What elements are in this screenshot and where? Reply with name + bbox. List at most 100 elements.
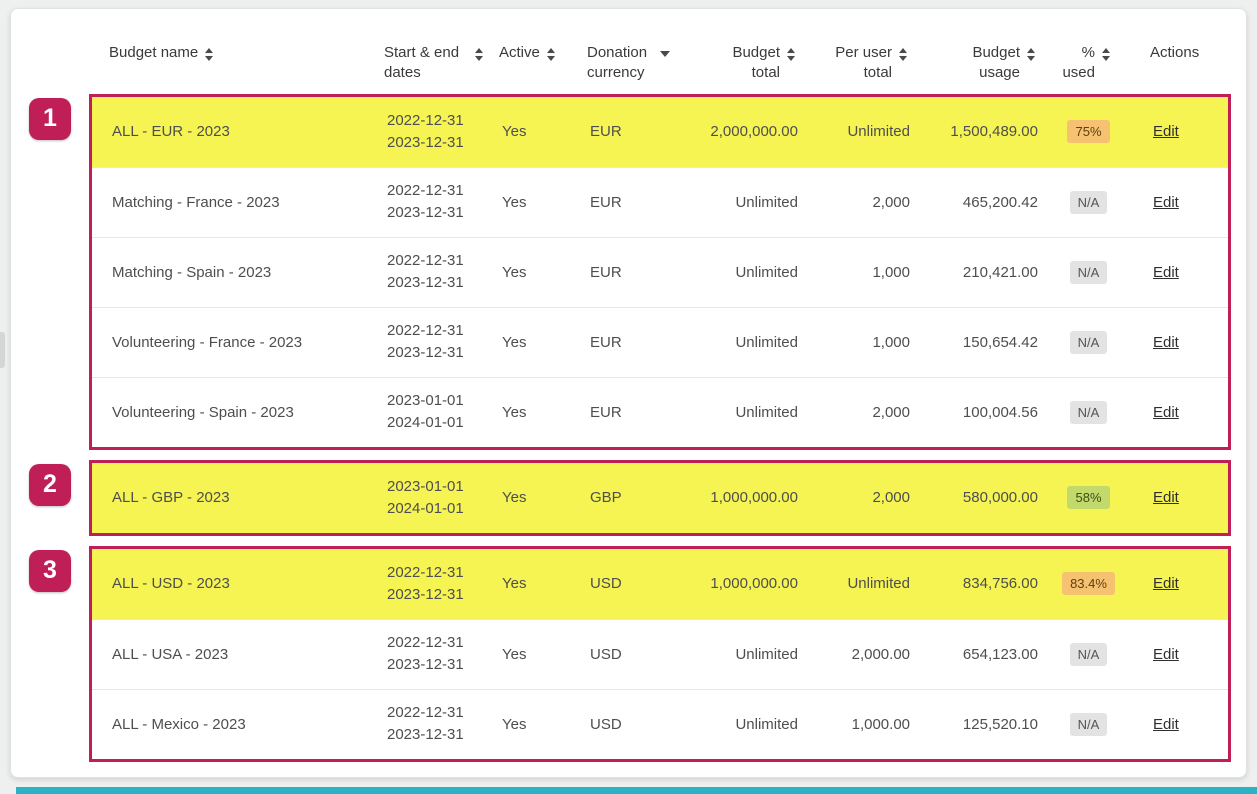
edit-link[interactable]: Edit (1153, 489, 1179, 506)
active-cell: Yes (502, 333, 527, 351)
end-date: 2024-01-01 (387, 414, 464, 431)
end-date: 2023-12-31 (387, 585, 464, 603)
edit-link[interactable]: Edit (1153, 646, 1179, 663)
dates-cell: 2022-12-31 2023-12-31 (387, 250, 502, 294)
sort-both-icon[interactable] (546, 43, 555, 61)
currency-cell: USD (590, 715, 622, 733)
column-header-per-user-total[interactable]: Per user total (801, 43, 913, 84)
edit-link[interactable]: Edit (1153, 575, 1179, 592)
edit-link[interactable]: Edit (1153, 123, 1179, 140)
start-date: 2022-12-31 (387, 704, 464, 722)
edit-link[interactable]: Edit (1153, 194, 1179, 211)
budget-name-cell: Volunteering - Spain - 2023 (112, 403, 294, 421)
column-header-budget-name[interactable]: Budget name (109, 43, 384, 63)
scrollbar-fragment (0, 332, 5, 368)
edit-link[interactable]: Edit (1153, 334, 1179, 351)
pct-used-cell: 83.4% (1044, 572, 1139, 595)
column-header-currency[interactable]: Donation currency (587, 43, 679, 84)
active-cell: Yes (502, 193, 527, 211)
budget-usage-cell: 210,421.00 (962, 263, 1038, 281)
column-header-budget-total[interactable]: Budget total (679, 43, 801, 84)
sort-both-icon[interactable] (205, 43, 214, 61)
actions-cell: Edit (1139, 404, 1219, 421)
actions-cell: Edit (1139, 646, 1219, 663)
annotation-group-1: 1 ALL - EUR - 2023 2022-12-31 2023-12-31… (29, 93, 1231, 450)
pct-used-badge: 83.4% (1062, 572, 1115, 595)
column-label: Active (499, 44, 540, 61)
end-date: 2023-12-31 (387, 726, 464, 743)
currency-cell: EUR (590, 123, 622, 140)
table-row: ALL - GBP - 2023 2023-01-01 2024-01-01 Y… (92, 462, 1228, 533)
edit-link[interactable]: Edit (1153, 716, 1179, 733)
budget-usage-cell: 580,000.00 (962, 489, 1038, 506)
pct-used-badge: N/A (1069, 330, 1108, 354)
annotation-group-2: 2 ALL - GBP - 2023 2023-01-01 2024-01-01… (29, 459, 1231, 536)
budget-name-cell: Matching - France - 2023 (112, 193, 280, 211)
dates-cell: 2023-01-01 2024-01-01 (387, 390, 502, 434)
table-row: ALL - USD - 2023 2022-12-31 2023-12-31 Y… (92, 548, 1228, 619)
budget-total-cell: 1,000,000.00 (710, 489, 798, 506)
column-header-active[interactable]: Active (499, 43, 587, 63)
column-label: Actions (1150, 44, 1200, 61)
sort-both-icon[interactable] (1027, 43, 1035, 61)
dates-cell: 2022-12-31 2023-12-31 (387, 562, 502, 606)
pct-used-cell: 58% (1044, 486, 1139, 509)
end-date: 2024-01-01 (387, 499, 464, 517)
budget-total-cell: Unlimited (735, 333, 798, 351)
table-row: Volunteering - Spain - 2023 2023-01-01 2… (92, 376, 1228, 447)
budget-usage-cell: 100,004.56 (962, 403, 1038, 421)
actions-cell: Edit (1139, 575, 1219, 592)
table-row: ALL - Mexico - 2023 2022-12-31 2023-12-3… (92, 688, 1228, 759)
sort-both-icon[interactable] (475, 43, 483, 61)
start-date: 2022-12-31 (387, 322, 464, 340)
edit-link[interactable]: Edit (1153, 264, 1179, 281)
actions-cell: Edit (1139, 334, 1219, 351)
active-cell: Yes (502, 123, 527, 140)
end-date: 2023-12-31 (387, 344, 464, 361)
currency-cell: EUR (590, 333, 622, 351)
budget-total-cell: Unlimited (735, 193, 798, 211)
column-label: Budget total (732, 44, 780, 82)
column-header-pct-used[interactable]: % used (1041, 43, 1136, 84)
budget-usage-cell: 1,500,489.00 (950, 123, 1038, 140)
pct-used-cell: N/A (1044, 190, 1139, 214)
pct-used-cell: N/A (1044, 400, 1139, 424)
column-header-budget-usage[interactable]: Budget usage (913, 43, 1041, 84)
table-row: ALL - USA - 2023 2022-12-31 2023-12-31 Y… (92, 618, 1228, 689)
column-label: Per user total (835, 44, 892, 82)
sort-both-icon[interactable] (1102, 43, 1110, 61)
column-header-dates[interactable]: Start & end dates (384, 43, 499, 84)
annotation-group-3: 3 ALL - USD - 2023 2022-12-31 2023-12-31… (29, 545, 1231, 762)
budgets-card: Budget name Start & end dates Active Don… (10, 8, 1247, 778)
column-label: Start & end dates (384, 44, 460, 82)
per-user-total-cell: 2,000 (872, 489, 910, 506)
dates-cell: 2023-01-01 2024-01-01 (387, 476, 502, 520)
start-date: 2022-12-31 (387, 182, 464, 200)
start-date: 2022-12-31 (387, 111, 464, 129)
sort-both-icon[interactable] (787, 43, 795, 61)
per-user-total-cell: 1,000.00 (851, 715, 910, 733)
per-user-total-cell: Unlimited (847, 575, 910, 592)
per-user-total-cell: 1,000 (872, 333, 910, 351)
sort-down-icon[interactable] (660, 43, 670, 57)
currency-cell: EUR (590, 263, 622, 281)
budget-name-cell: ALL - EUR - 2023 (112, 123, 230, 140)
pct-used-badge: 75% (1067, 120, 1110, 143)
pct-used-cell: N/A (1044, 712, 1139, 736)
budget-total-cell: 2,000,000.00 (710, 123, 798, 140)
actions-cell: Edit (1139, 123, 1219, 140)
bottom-window-edge (16, 787, 1257, 794)
dates-cell: 2022-12-31 2023-12-31 (387, 320, 502, 364)
end-date: 2023-12-31 (387, 133, 464, 151)
table-row: Volunteering - France - 2023 2022-12-31 … (92, 306, 1228, 377)
budget-usage-cell: 834,756.00 (962, 575, 1038, 592)
sort-both-icon[interactable] (899, 43, 907, 61)
per-user-total-cell: 2,000.00 (851, 645, 910, 663)
start-date: 2023-01-01 (387, 392, 464, 410)
dates-cell: 2022-12-31 2023-12-31 (387, 702, 502, 746)
annotation-badge-3: 3 (29, 549, 71, 592)
annotation-badge-1: 1 (29, 97, 71, 140)
edit-link[interactable]: Edit (1153, 404, 1179, 421)
dates-cell: 2022-12-31 2023-12-31 (387, 110, 502, 154)
actions-cell: Edit (1139, 716, 1219, 733)
